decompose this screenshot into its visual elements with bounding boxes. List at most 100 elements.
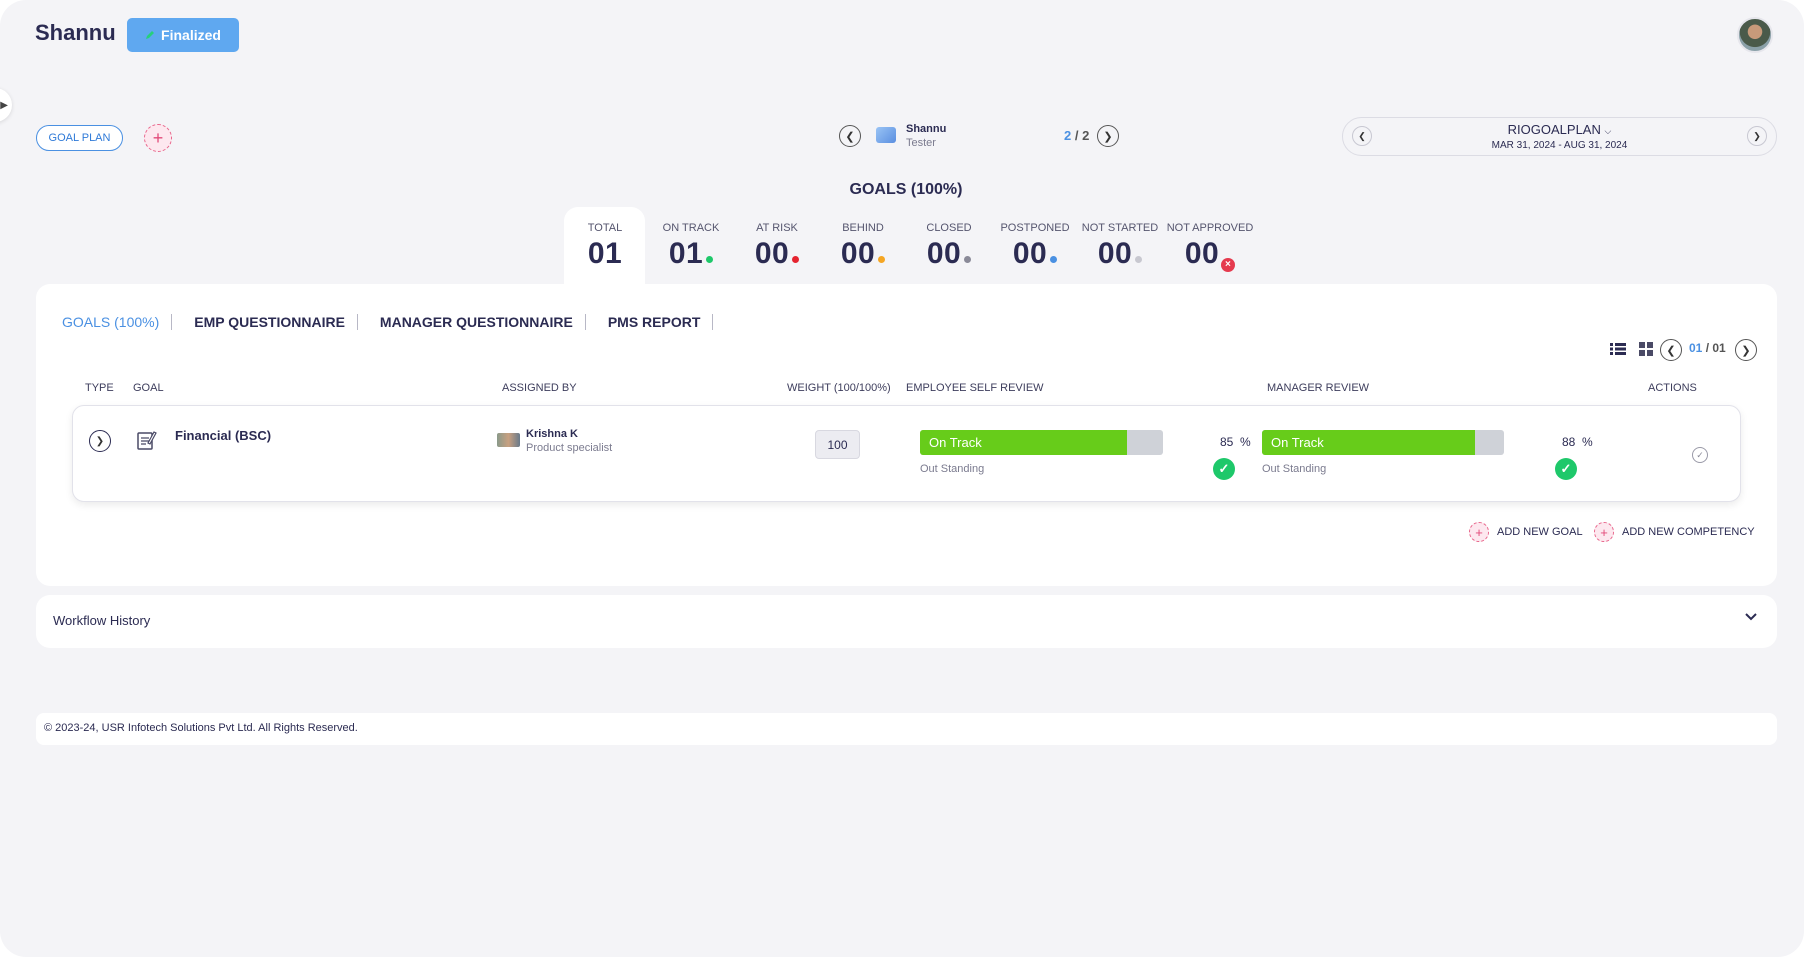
self-review-progress-fill: On Track [920, 430, 1127, 455]
chevron-down-icon[interactable] [1744, 611, 1758, 625]
goal-name[interactable]: Financial (BSC) [175, 428, 271, 443]
expand-row-button[interactable]: ❯ [89, 430, 111, 452]
status-badge-button[interactable]: Finalized [127, 18, 239, 52]
pencil-icon [145, 27, 155, 43]
employee-role: Tester [906, 137, 936, 149]
chevron-right-icon: ❯ [1103, 130, 1113, 143]
stat-postponed[interactable]: POSTPONED 00 [992, 222, 1078, 271]
stat-label: AT RISK [756, 222, 798, 234]
add-new-goal-button[interactable]: + ADD NEW GOAL [1469, 522, 1583, 542]
prev-page-button[interactable]: ❮ [1660, 339, 1682, 361]
next-plan-button[interactable]: ❯ [1747, 126, 1767, 146]
stat-value: 01 [587, 237, 623, 270]
chevron-left-icon: ❮ [1666, 344, 1676, 357]
plan-name-dropdown[interactable]: RIOGOALPLAN ⌵ [1343, 122, 1776, 137]
stat-at-risk[interactable]: AT RISK 00 [734, 222, 820, 271]
status-dot [1135, 256, 1143, 263]
plan-selector: ❮ RIOGOALPLAN ⌵ MAR 31, 2024 - AUG 31, 2… [1342, 117, 1777, 156]
status-dot [792, 256, 800, 263]
self-review-progress: On Track [920, 430, 1163, 455]
plan-date-range: MAR 31, 2024 - AUG 31, 2024 [1491, 140, 1628, 151]
self-review-percent: 85 % [1220, 435, 1251, 449]
stat-label: NOT APPROVED [1166, 222, 1254, 234]
grid-view-icon [1639, 342, 1653, 356]
plus-icon: + [1469, 522, 1489, 542]
stat-label: BEHIND [842, 222, 884, 234]
stat-label: ON TRACK [662, 222, 720, 234]
stat-label: NOT STARTED [1081, 222, 1159, 234]
chevron-right-icon: ❯ [1753, 130, 1761, 141]
status-dot [706, 256, 714, 263]
weight-input[interactable]: 100 [815, 430, 860, 459]
list-pager-current: 01 [1689, 341, 1703, 355]
goal-plan-button[interactable]: GOAL PLAN [36, 125, 123, 151]
status-dot [878, 256, 886, 263]
column-header-weight: WEIGHT (100/100%) [787, 382, 891, 394]
goal-tabs: GOALS (100%) EMP QUESTIONNAIRE MANAGER Q… [62, 314, 735, 330]
self-review-status: On Track [929, 435, 982, 450]
stat-value: 00 [820, 237, 906, 271]
list-pager-separator: / [1702, 341, 1713, 355]
add-new-competency-button[interactable]: + ADD NEW COMPETENCY [1594, 522, 1755, 542]
manager-review-rating: Out Standing [1262, 463, 1327, 475]
next-page-button[interactable]: ❯ [1735, 339, 1757, 361]
stat-closed[interactable]: CLOSED 00 [906, 222, 992, 271]
goal-type-icon [135, 429, 157, 456]
manager-review-progress: On Track [1262, 430, 1504, 455]
chevron-right-icon: ❯ [95, 435, 105, 447]
check-icon: ✓ [1213, 458, 1235, 480]
workflow-history-title: Workflow History [53, 613, 151, 628]
close-icon: × [1221, 258, 1236, 272]
tab-manager-questionnaire[interactable]: MANAGER QUESTIONNAIRE [380, 314, 586, 330]
tab-pms-report[interactable]: PMS REPORT [608, 314, 714, 330]
tab-goals[interactable]: GOALS (100%) [62, 314, 173, 330]
stat-value: 00 [1077, 237, 1163, 271]
status-label: Finalized [161, 27, 221, 43]
stat-not-approved[interactable]: NOT APPROVED 00 × [1163, 222, 1257, 272]
add-goal-plan-button[interactable]: + [144, 124, 172, 152]
list-view-icon [1610, 343, 1626, 355]
stat-on-track[interactable]: ON TRACK 01 [648, 222, 734, 271]
stat-not-started[interactable]: NOT STARTED 00 [1077, 222, 1163, 271]
column-header-goal: GOAL [133, 382, 164, 394]
grid-view-button[interactable] [1638, 342, 1654, 361]
add-new-competency-label: ADD NEW COMPETENCY [1622, 526, 1755, 538]
tab-emp-questionnaire[interactable]: EMP QUESTIONNAIRE [194, 314, 358, 330]
user-avatar[interactable] [1737, 17, 1773, 53]
status-dot [1050, 256, 1058, 263]
page-title: Shannu [35, 20, 116, 45]
pager-total: 2 [1082, 128, 1090, 143]
manager-review-percent: 88 % [1562, 435, 1593, 449]
column-header-manager-review: MANAGER REVIEW [1267, 382, 1370, 394]
assignee-name: Krishna K [526, 428, 578, 440]
next-employee-button[interactable]: ❯ [1097, 125, 1119, 147]
chevron-right-icon: ▶ [0, 99, 8, 111]
employee-pager: 2 / 2 [1064, 128, 1089, 143]
employee-image-icon [876, 127, 896, 143]
pager-separator: / [1071, 128, 1083, 143]
sidebar-toggle-button[interactable]: ▶ [0, 88, 12, 122]
assignee-role: Product specialist [526, 442, 613, 454]
employee-name: Shannu [906, 123, 947, 135]
stat-behind[interactable]: BEHIND 00 [820, 222, 906, 271]
manager-review-status: On Track [1271, 435, 1324, 450]
status-dot [964, 256, 972, 263]
stat-value: 01 [648, 237, 734, 271]
stat-label: POSTPONED [1000, 222, 1070, 234]
chevron-down-icon: ⌵ [1604, 126, 1612, 136]
approve-action-icon[interactable]: ✓ [1692, 447, 1708, 463]
list-view-button[interactable] [1610, 342, 1626, 361]
stat-label: TOTAL [587, 222, 623, 234]
footer-copyright: © 2023-24, USR Infotech Solutions Pvt Lt… [44, 722, 358, 734]
stat-value: 00 [906, 237, 992, 271]
plus-icon: + [1594, 522, 1614, 542]
add-new-goal-label: ADD NEW GOAL [1497, 526, 1583, 538]
stat-total[interactable]: TOTAL 01 [562, 222, 648, 271]
workflow-history-panel[interactable] [36, 595, 1777, 648]
goals-heading: GOALS (100%) [849, 181, 963, 198]
chevron-right-icon: ❯ [1741, 344, 1751, 357]
list-pager-total: 01 [1712, 341, 1726, 355]
column-header-assigned-by: ASSIGNED BY [502, 382, 577, 394]
assignee-avatar [497, 433, 520, 447]
prev-employee-button[interactable]: ❮ [839, 125, 861, 147]
